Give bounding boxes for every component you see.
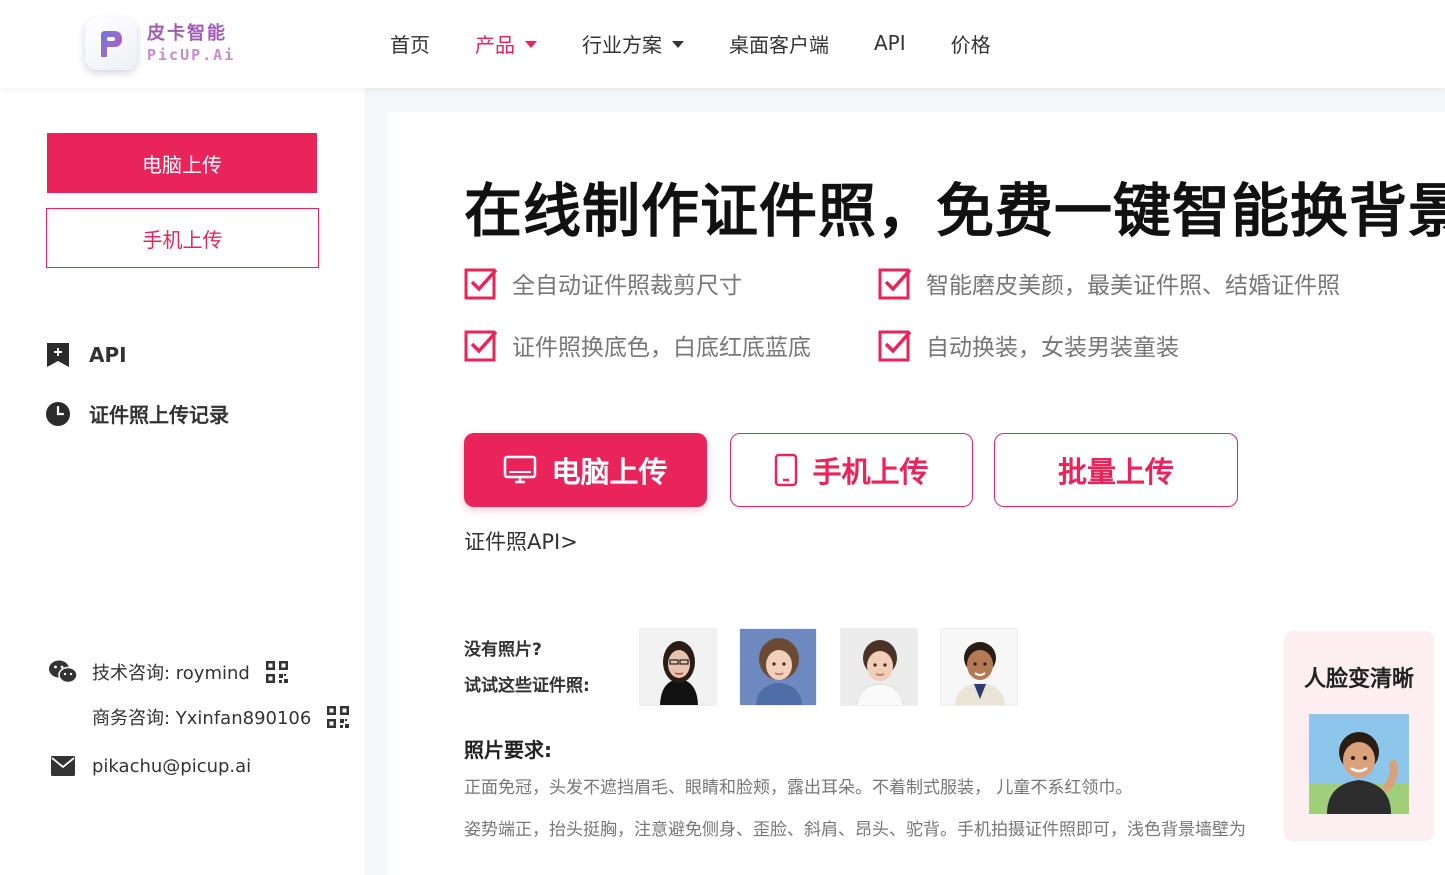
sample-photo[interactable] (639, 628, 717, 706)
nav-solutions[interactable]: 行业方案 (582, 29, 684, 58)
nav-desktop-client[interactable]: 桌面客户端 (729, 29, 829, 58)
requirements-line: 姿势端正，抬头挺胸，注意避免侧身、歪脸、斜肩、昂头、驼背。手机拍摄证件照即可，浅… (464, 820, 1246, 840)
checkbox-checked-icon (878, 330, 912, 362)
clock-icon (45, 401, 71, 427)
chevron-down-icon (672, 40, 684, 48)
promo-image (1309, 714, 1409, 814)
contact-email: pikachu@picup.ai (48, 752, 251, 780)
id-photo-api-link[interactable]: 证件照API> (464, 526, 578, 556)
contact-email-text[interactable]: pikachu@picup.ai (92, 756, 251, 777)
nav-home[interactable]: 首页 (390, 29, 430, 58)
mail-icon (48, 752, 78, 780)
logo-badge-icon (85, 18, 137, 70)
requirements-line: 正面免冠，头发不遮挡眉毛、眼睛和脸颊，露出耳朵。不着制式服装， 儿童不系红领巾。 (464, 778, 1133, 798)
sidebar-item-api[interactable]: API (45, 342, 127, 368)
sample-photo[interactable] (840, 628, 918, 706)
logo-name-en: PicUP.Ai (147, 46, 236, 65)
top-header: 皮卡智能 PicUP.Ai 首页 产品 行业方案 桌面客户端 API 价格 (0, 0, 1445, 88)
checkbox-checked-icon (464, 268, 498, 300)
contact-tech-text: 技术咨询: roymind (92, 663, 250, 684)
phone-icon (774, 453, 798, 487)
samples-label: 没有照片? 试试这些证件照: (464, 640, 590, 696)
brand-logo[interactable]: 皮卡智能 PicUP.Ai (85, 16, 235, 72)
qr-code-icon[interactable] (265, 661, 288, 683)
chevron-down-icon (525, 40, 537, 48)
bookmark-plus-icon (45, 342, 71, 368)
sidebar: 电脑上传 手机上传 API 证件照上传记录 技术咨询: roymind 商务咨询… (0, 88, 365, 875)
sample-photo[interactable] (940, 628, 1018, 706)
sidebar-mobile-upload-button[interactable]: 手机上传 (46, 208, 319, 268)
wechat-icon (48, 658, 78, 686)
promo-title: 人脸变清晰 (1303, 667, 1414, 692)
feature-item: 智能磨皮美颜，最美证件照、结婚证件照 (878, 266, 1340, 300)
sidebar-pc-upload-button[interactable]: 电脑上传 (47, 133, 317, 193)
contact-business-text: 商务咨询: Yxinfan890106 (92, 708, 312, 729)
monitor-icon (503, 455, 537, 485)
contact-tech: 技术咨询: roymind (48, 658, 288, 686)
pc-upload-button[interactable]: 电脑上传 (464, 433, 707, 507)
feature-item: 证件照换底色，白底红底蓝底 (464, 328, 811, 362)
sidebar-api-label: API (89, 343, 127, 367)
nav-api[interactable]: API (874, 31, 906, 55)
feature-item: 自动换装，女装男装童装 (878, 328, 1179, 362)
face-enhance-promo[interactable]: 人脸变清晰 (1284, 631, 1434, 841)
sidebar-records-label: 证件照上传记录 (89, 403, 229, 427)
checkbox-checked-icon (464, 330, 498, 362)
logo-name-cn: 皮卡智能 (147, 23, 227, 45)
requirements-title: 照片要求: (464, 738, 552, 762)
main-nav: 首页 产品 行业方案 桌面客户端 API 价格 (390, 26, 1036, 60)
qr-code-icon[interactable] (327, 706, 350, 728)
feature-item: 全自动证件照裁剪尺寸 (464, 266, 742, 300)
nav-pricing[interactable]: 价格 (951, 29, 991, 58)
sidebar-item-upload-records[interactable]: 证件照上传记录 (45, 399, 229, 428)
batch-upload-button[interactable]: 批量上传 (994, 433, 1238, 507)
checkbox-checked-icon (878, 268, 912, 300)
contact-business: 商务咨询: Yxinfan890106 (92, 704, 350, 730)
nav-products[interactable]: 产品 (475, 29, 537, 58)
sample-photo[interactable] (739, 628, 817, 706)
page-title: 在线制作证件照，免费一键智能换背景 (464, 177, 1445, 245)
mobile-upload-button[interactable]: 手机上传 (730, 433, 973, 507)
